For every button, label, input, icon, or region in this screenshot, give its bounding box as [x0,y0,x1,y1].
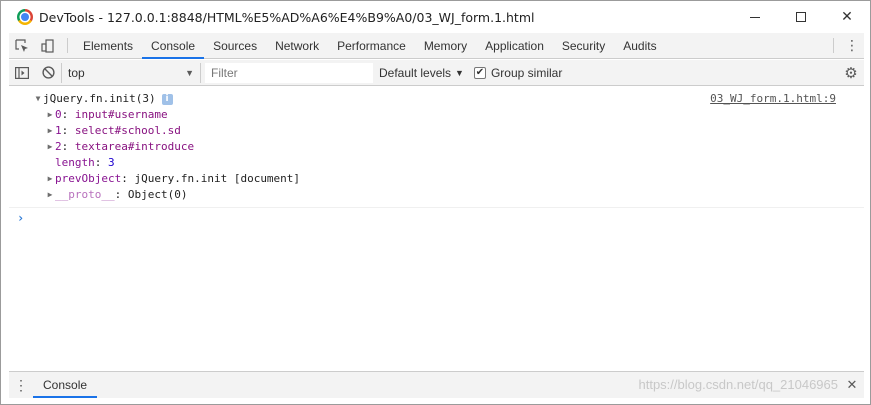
property-value: 3 [108,156,115,169]
devtools-window: DevTools - 127.0.0.1:8848/HTML%E5%AD%A6%… [0,0,871,405]
property-key: length [55,156,95,169]
prompt-chevron-icon: › [17,211,25,225]
dropdown-arrow-icon: ▼ [185,67,194,78]
context-selector[interactable]: top ▼ [61,62,201,83]
clear-console-icon [41,66,55,79]
info-icon: i [161,93,173,105]
window-title: DevTools - 127.0.0.1:8848/HTML%E5%AD%A6%… [39,9,535,25]
collapsed-triangle-icon[interactable]: ▶ [45,123,55,139]
property-key: 0 [55,108,62,121]
context-value: top [68,65,85,80]
close-drawer-button[interactable]: ✕ [840,372,864,398]
minimize-button[interactable] [732,1,778,33]
source-link[interactable]: 03_WJ_form.1.html:9 [710,92,836,105]
element-selector: #introduce [127,140,195,153]
property-value: jQuery.fn.init [document] [134,172,301,185]
tab-security[interactable]: Security [553,33,614,58]
drawer-tab-console[interactable]: Console [33,372,98,398]
property-value: Object(0) [127,188,188,201]
tab-audits[interactable]: Audits [614,33,665,58]
dropdown-arrow-icon: ▼ [455,67,464,78]
collapsed-triangle-icon[interactable]: ▶ [45,107,55,123]
close-button[interactable]: ✕ [824,1,870,33]
collapsed-triangle-icon[interactable]: ▶ [45,139,55,155]
title-bar: DevTools - 127.0.0.1:8848/HTML%E5%AD%A6%… [1,1,870,33]
device-toolbar-button[interactable] [35,33,61,58]
watermark: https://blog.csdn.net/qq_21046965 [638,377,839,392]
property-key: prevObject [55,172,122,185]
tab-bar-right: ⋮ [827,33,864,58]
property-row[interactable]: ▶ 0: input #username [9,107,864,123]
gear-icon: ⚙ [844,64,858,82]
element-tag: input [74,108,108,121]
filter-input[interactable] [205,62,373,83]
property-row[interactable]: ▶ __proto__: Object(0) [9,187,864,203]
tab-performance[interactable]: Performance [328,33,415,58]
element-tag: select [74,124,115,137]
toolbar-divider [833,38,834,53]
devtools-tab-bar: Elements Console Sources Network Perform… [9,33,864,59]
tab-console[interactable]: Console [142,33,205,59]
property-colon: : [114,188,128,201]
console-settings-button[interactable]: ⚙ [838,64,864,82]
levels-label: Default levels [379,65,452,80]
log-levels-dropdown[interactable]: Default levels ▼ [379,66,464,80]
kebab-menu-icon: ⋮ [845,37,859,54]
minimize-icon [750,16,760,18]
close-icon: ✕ [846,377,858,392]
chrome-logo-icon [17,9,33,25]
property-key: 2 [55,140,62,153]
collapsed-triangle-icon[interactable]: ▶ [45,171,55,187]
element-selector: #school.sd [114,124,181,137]
kebab-menu-icon: ⋮ [14,376,28,393]
customize-menu-button[interactable]: ⋮ [840,33,864,58]
tab-memory[interactable]: Memory [415,33,476,58]
property-key: __proto__ [55,188,115,201]
tab-application[interactable]: Application [476,33,553,58]
console-prompt[interactable]: › [9,208,864,228]
inspect-icon [15,38,28,52]
inspect-element-button[interactable] [9,33,35,58]
element-tag: textarea [74,140,128,153]
property-colon: : [61,124,75,137]
console-toolbar: top ▼ Default levels ▼ ✔ Group similar ⚙ [9,60,864,86]
property-row[interactable]: ▶ 1: select #school.sd [9,123,864,139]
element-selector: #username [108,108,168,121]
property-colon: : [61,108,75,121]
property-key: 1 [55,124,62,137]
property-row[interactable]: ▶ prevObject: jQuery.fn.init [document] [9,171,864,187]
drawer-bar: ⋮ Console ✕ https://blog.csdn.net/qq_210… [9,371,864,398]
collapsed-triangle-icon[interactable]: ▶ [45,187,55,203]
tab-network[interactable]: Network [266,33,328,58]
sidebar-icon [15,66,29,79]
toolbar-divider [67,38,68,53]
maximize-button[interactable] [778,1,824,33]
group-similar-checkbox[interactable]: ✔ [473,66,486,79]
tab-elements[interactable]: Elements [74,33,142,58]
tab-sources[interactable]: Sources [204,33,266,58]
clear-console-button[interactable] [35,60,61,86]
device-icon [41,38,54,53]
console-message: 03_WJ_form.1.html:9 ▼ jQuery.fn.init(3) … [9,87,864,208]
window-controls: ✕ [732,1,870,33]
object-summary: jQuery.fn.init(3) [43,92,156,105]
console-output: 03_WJ_form.1.html:9 ▼ jQuery.fn.init(3) … [9,87,864,371]
drawer-menu-button[interactable]: ⋮ [9,372,33,398]
property-colon: : [61,140,75,153]
close-icon: ✕ [841,9,853,25]
property-row: length: 3 [9,155,864,171]
property-row[interactable]: ▶ 2: textarea #introduce [9,139,864,155]
show-sidebar-button[interactable] [9,60,35,86]
maximize-icon [796,12,806,22]
property-colon: : [121,172,135,185]
group-similar-toggle[interactable]: ✔ Group similar [473,65,563,80]
property-colon: : [94,156,108,169]
expanded-triangle-icon[interactable]: ▼ [33,91,43,107]
group-similar-label: Group similar [490,65,563,80]
